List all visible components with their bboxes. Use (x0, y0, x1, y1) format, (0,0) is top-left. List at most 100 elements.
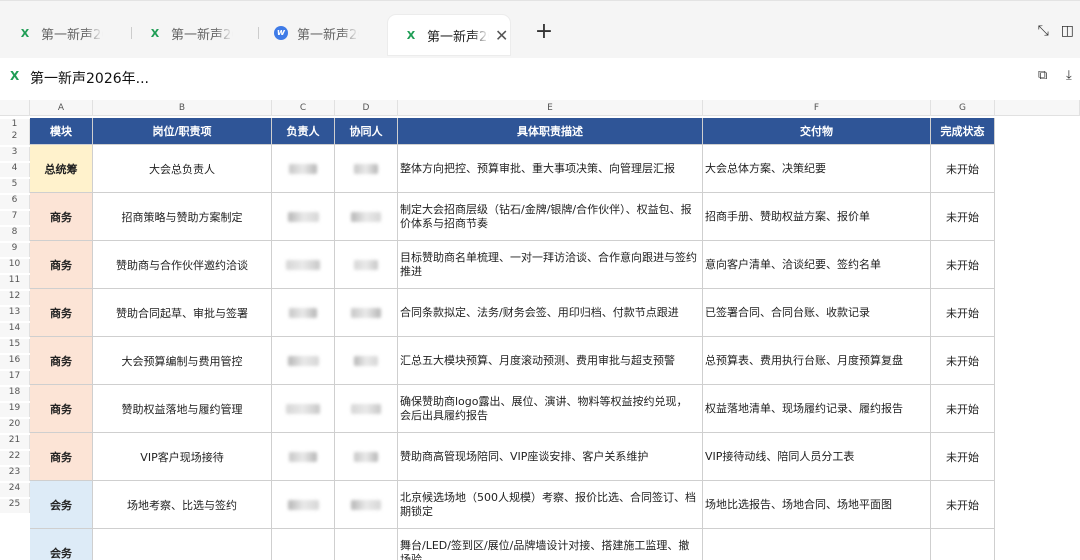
row-number[interactable]: 25 (0, 499, 30, 513)
row-number[interactable]: 11 (0, 275, 30, 289)
collaborator-cell[interactable] (335, 289, 398, 337)
owner-cell[interactable] (272, 145, 335, 193)
owner-cell[interactable] (272, 385, 335, 433)
row-number[interactable]: 20 (0, 419, 30, 433)
row-number[interactable]: 22 (0, 451, 30, 465)
row-number[interactable]: 2 (0, 131, 30, 145)
description-cell[interactable]: 汇总五大模块预算、月度滚动预测、费用审批与超支预警 (398, 337, 703, 385)
deliverable-cell[interactable]: 招商手册、赞助权益方案、报价单 (703, 193, 931, 241)
download-icon[interactable]: ⤓ (1066, 68, 1072, 83)
role-cell[interactable]: 大会总负责人 (93, 145, 272, 193)
column-header-a[interactable]: A (30, 100, 93, 116)
role-cell[interactable]: 赞助合同起草、审批与签署 (93, 289, 272, 337)
owner-cell[interactable] (272, 289, 335, 337)
collaborator-cell[interactable] (335, 337, 398, 385)
table-header-cell[interactable]: 协同人 (335, 118, 398, 145)
table-header-cell[interactable]: 完成状态 (931, 118, 995, 145)
new-tab-button[interactable]: + (534, 19, 554, 44)
table-header-cell[interactable]: 模块 (30, 118, 93, 145)
role-cell[interactable] (93, 529, 272, 560)
row-number[interactable]: 10 (0, 259, 30, 273)
copy-icon[interactable]: ⧉ (1038, 68, 1047, 83)
row-number[interactable]: 17 (0, 371, 30, 385)
deliverable-cell[interactable]: 总预算表、费用执行台账、月度预算复盘 (703, 337, 931, 385)
module-cell[interactable]: 商务 (30, 385, 93, 433)
description-cell[interactable]: 确保赞助商logo露出、展位、演讲、物料等权益按约兑现，会后出具履约报告 (398, 385, 703, 433)
role-cell[interactable]: 场地考察、比选与签约 (93, 481, 272, 529)
collaborator-cell[interactable] (335, 529, 398, 560)
module-cell[interactable]: 商务 (30, 337, 93, 385)
row-number[interactable]: 3 (0, 147, 30, 161)
row-number[interactable]: 13 (0, 307, 30, 321)
description-cell[interactable]: 目标赞助商名单梳理、一对一拜访洽谈、合作意向跟进与签约推进 (398, 241, 703, 289)
select-all-corner[interactable] (0, 100, 30, 116)
table-header-cell[interactable]: 交付物 (703, 118, 931, 145)
module-cell[interactable]: 会务 (30, 529, 93, 560)
column-header-d[interactable]: D (335, 100, 398, 116)
deliverable-cell[interactable]: VIP接待动线、陪同人员分工表 (703, 433, 931, 481)
module-cell[interactable]: 商务 (30, 433, 93, 481)
collaborator-cell[interactable] (335, 193, 398, 241)
description-cell[interactable]: 北京候选场地（500人规模）考察、报价比选、合同签订、档期锁定 (398, 481, 703, 529)
description-cell[interactable]: 舞台/LED/签到区/展位/品牌墙设计对接、搭建施工监理、撤场验 (398, 529, 703, 560)
collaborator-cell[interactable] (335, 385, 398, 433)
role-cell[interactable]: VIP客户现场接待 (93, 433, 272, 481)
role-cell[interactable]: 赞助商与合作伙伴邀约洽谈 (93, 241, 272, 289)
tab-1[interactable]: X 第一新声2026年 (18, 15, 103, 51)
role-cell[interactable]: 招商策略与赞助方案制定 (93, 193, 272, 241)
status-cell[interactable]: 未开始 (931, 193, 995, 241)
row-number[interactable]: 23 (0, 467, 30, 481)
column-header-c[interactable]: C (272, 100, 335, 116)
module-cell[interactable]: 商务 (30, 289, 93, 337)
collaborator-cell[interactable] (335, 145, 398, 193)
row-number[interactable]: 5 (0, 179, 30, 193)
status-cell[interactable]: 未开始 (931, 337, 995, 385)
column-header-e[interactable]: E (398, 100, 703, 116)
row-number[interactable]: 19 (0, 403, 30, 417)
owner-cell[interactable] (272, 241, 335, 289)
row-number[interactable]: 6 (0, 195, 30, 209)
row-number[interactable]: 16 (0, 355, 30, 369)
module-cell[interactable]: 总统筹 (30, 145, 93, 193)
row-number[interactable]: 21 (0, 435, 30, 449)
spreadsheet-grid[interactable]: A B C D E F G 1 2 3 4 5 6 7 8 9 10 11 12 13 14 15 16 17 18 19 20 21… (0, 96, 1080, 560)
table-header-cell[interactable]: 负责人 (272, 118, 335, 145)
deliverable-cell[interactable]: 意向客户清单、洽谈纪要、签约名单 (703, 241, 931, 289)
module-cell[interactable]: 商务 (30, 193, 93, 241)
description-cell[interactable]: 赞助商高管现场陪同、VIP座谈安排、客户关系维护 (398, 433, 703, 481)
deliverable-cell[interactable]: 场地比选报告、场地合同、场地平面图 (703, 481, 931, 529)
tab-3[interactable]: w 第一新声2026年 (274, 15, 359, 51)
row-number[interactable]: 12 (0, 291, 30, 305)
collaborator-cell[interactable] (335, 433, 398, 481)
collapse-icon[interactable]: ⤡ (1038, 23, 1049, 39)
status-cell[interactable]: 未开始 (931, 289, 995, 337)
column-header-g[interactable]: G (931, 100, 995, 116)
deliverable-cell[interactable] (703, 529, 931, 560)
status-cell[interactable]: 未开始 (931, 433, 995, 481)
row-number[interactable]: 8 (0, 227, 30, 241)
table-header-cell[interactable]: 岗位/职责项 (93, 118, 272, 145)
owner-cell[interactable] (272, 529, 335, 560)
row-number[interactable]: 14 (0, 323, 30, 337)
column-header-f[interactable]: F (703, 100, 931, 116)
role-cell[interactable]: 赞助权益落地与履约管理 (93, 385, 272, 433)
description-cell[interactable]: 合同条款拟定、法务/财务会签、用印归档、付款节点跟进 (398, 289, 703, 337)
deliverable-cell[interactable]: 权益落地清单、现场履约记录、履约报告 (703, 385, 931, 433)
row-number[interactable]: 4 (0, 163, 30, 177)
owner-cell[interactable] (272, 193, 335, 241)
role-cell[interactable]: 大会预算编制与费用管控 (93, 337, 272, 385)
row-number[interactable]: 9 (0, 243, 30, 257)
description-cell[interactable]: 整体方向把控、预算审批、重大事项决策、向管理层汇报 (398, 145, 703, 193)
sidebar-toggle-icon[interactable]: ◫ (1061, 23, 1074, 39)
deliverable-cell[interactable]: 已签署合同、合同台账、收款记录 (703, 289, 931, 337)
status-cell[interactable]: 未开始 (931, 145, 995, 193)
owner-cell[interactable] (272, 433, 335, 481)
collaborator-cell[interactable] (335, 241, 398, 289)
row-number[interactable]: 24 (0, 483, 30, 497)
tab-4-active[interactable]: X 第一新声2026年 ✕ (388, 15, 510, 55)
deliverable-cell[interactable]: 大会总体方案、决策纪要 (703, 145, 931, 193)
tab-2[interactable]: X 第一新声2026年 (148, 15, 233, 51)
row-number[interactable]: 15 (0, 339, 30, 353)
status-cell[interactable]: 未开始 (931, 481, 995, 529)
row-number[interactable]: 18 (0, 387, 30, 401)
